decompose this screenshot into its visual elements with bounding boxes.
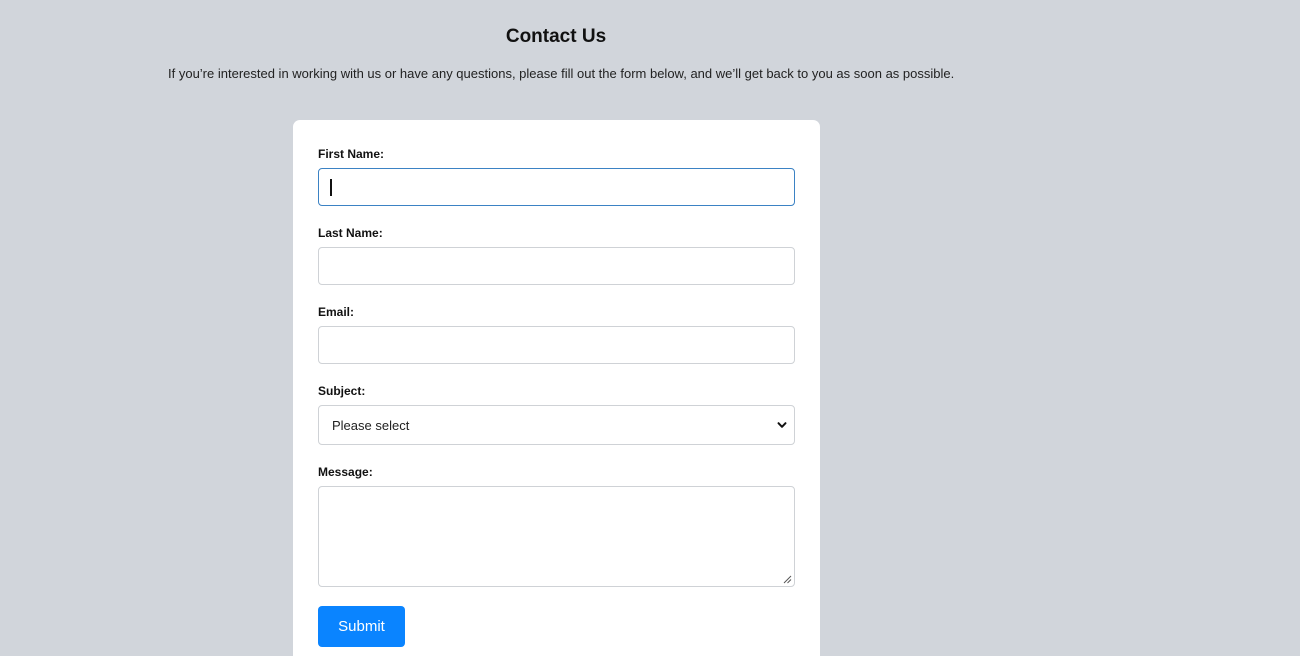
submit-button[interactable]: Submit — [318, 606, 405, 647]
intro-text: If you’re interested in working with us … — [168, 66, 955, 81]
contact-form-card: First Name: Last Name: Email: Subject: P… — [293, 120, 820, 656]
last-name-input[interactable] — [318, 247, 795, 285]
subject-label: Subject: — [318, 384, 366, 398]
subject-select[interactable]: Please select — [318, 405, 795, 445]
text-caret — [330, 179, 332, 196]
first-name-label: First Name: — [318, 147, 385, 161]
message-textarea[interactable] — [318, 486, 795, 587]
email-input[interactable] — [318, 326, 795, 364]
contact-page: Contact Us If you’re interested in worki… — [0, 0, 1300, 656]
first-name-input[interactable] — [318, 168, 795, 206]
email-label: Email: — [318, 305, 355, 319]
message-label: Message: — [318, 465, 373, 479]
resize-grip-icon[interactable] — [783, 575, 792, 584]
page-title: Contact Us — [505, 26, 607, 47]
subject-selected-value: Please select — [332, 418, 410, 433]
chevron-down-icon — [777, 422, 787, 428]
last-name-label: Last Name: — [318, 226, 383, 240]
